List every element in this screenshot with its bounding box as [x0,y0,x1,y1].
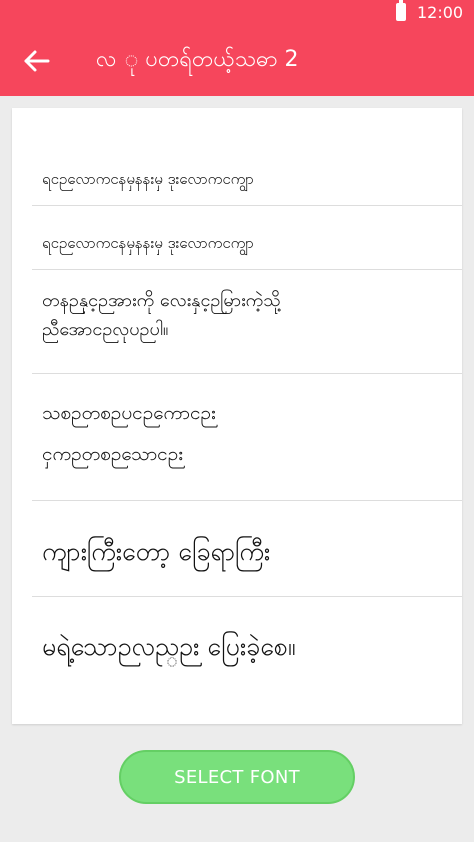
preview-text-3: တနဉနှင့ဉအားကို လေးနှင့ဉမြားကဲ့သို့ ညီအော… [42,286,406,344]
divider [32,373,462,374]
font-preview-card: ရငဉလောကငနမှနနးမှ ဒုးလောကငကျွာ ရငဉလောကငနမ… [12,108,462,724]
preview-text-4: သစဉတစဉပငဉကောငဉး ငှကဉတစဉသောငဉး [42,398,382,470]
battery-icon [396,0,406,21]
preview-text-5: ကျားကြီးတော့ ခြေရာကြီး [42,537,271,566]
preview-text-3-line-1: တနဉနှင့ဉအားကို လေးနှင့ဉမြားကဲ့သို့ [42,290,281,311]
preview-text-6: မရဲ့သောဉလည္ဉး ပြေးခဲ့စေ။ [42,632,296,661]
preview-text-1: ရငဉလောကငနမှနနးမှ ဒုးလောကငကျွာ [42,170,254,188]
status-time: 12:00 [417,3,464,22]
select-font-button[interactable]: SELECT FONT [119,750,355,804]
divider [32,269,462,270]
preview-text-3-line-2: ညီအောငဉလုပဉပါ။ [42,319,169,340]
app-bar: လ ု ပတရ်တယ့်သဓာ 2 [0,26,474,96]
page-title: လ ု ပတရ်တယ့်သဓာ 2 [96,47,299,72]
preview-text-4-line-1: သစဉတစဉပငဉကောငဉး [42,402,216,424]
divider [32,500,462,501]
status-bar: 12:00 [0,0,474,26]
preview-text-2: ရငဉလောကငနမှနနးမှ ဒုးလောကငကျွာ [42,234,254,252]
back-arrow-icon[interactable] [20,46,54,76]
preview-text-4-line-2: ငှကဉတစဉသောငဉး [42,443,184,465]
divider [32,596,462,597]
divider [32,205,462,206]
